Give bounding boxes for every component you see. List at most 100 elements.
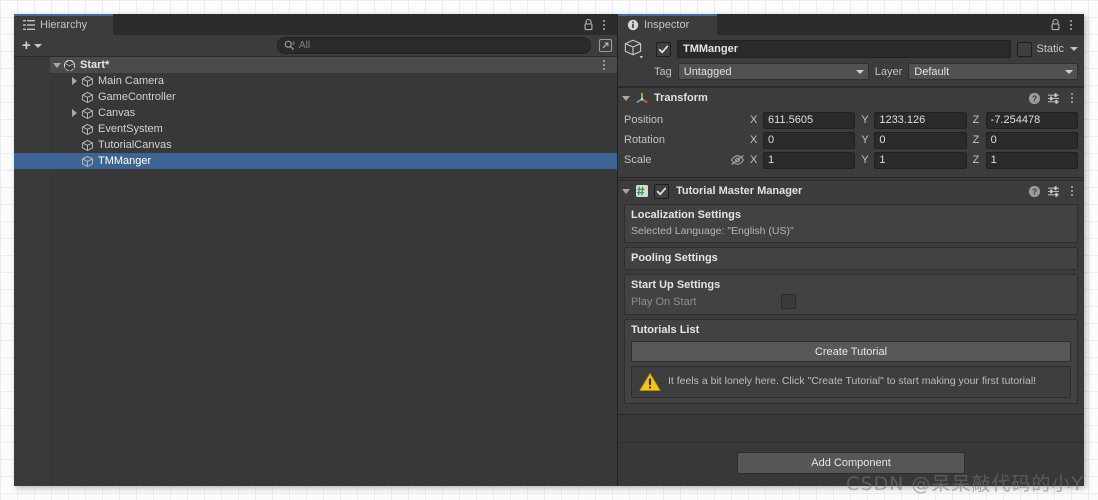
transform-header[interactable]: Transform ?: [618, 88, 1084, 108]
hierarchy-row-gamecontroller[interactable]: GameController: [50, 89, 617, 105]
collapse-arrow-icon[interactable]: [50, 59, 63, 72]
create-gameobject-button[interactable]: +: [18, 37, 46, 54]
hierarchy-row-tutorialcanvas[interactable]: TutorialCanvas: [50, 137, 617, 153]
transform-scale-x-input[interactable]: 1: [763, 151, 856, 169]
value: 611.5605: [768, 114, 814, 126]
static-toggle-group: Static: [1017, 41, 1078, 57]
tmm-header-actions: ?: [1028, 184, 1078, 198]
help-icon[interactable]: ?: [1028, 92, 1041, 105]
transform-scale-x: X1: [750, 151, 856, 169]
preset-icon[interactable]: [1047, 92, 1060, 105]
hierarchy-row-label: TutorialCanvas: [98, 139, 172, 151]
tag-dropdown[interactable]: Untagged: [677, 63, 869, 80]
transform-header-actions: ?: [1028, 91, 1078, 105]
add-component-button[interactable]: Add Component: [737, 452, 965, 474]
transform-scale-y-input[interactable]: 1: [874, 151, 967, 169]
tab-inspector-label: Inspector: [644, 18, 690, 31]
hierarchy-row-label: GameController: [98, 91, 176, 103]
gameobject-icon: [82, 155, 93, 167]
pooling-settings-title: Pooling Settings: [631, 252, 718, 264]
tmm-enabled-checkbox[interactable]: [654, 183, 669, 199]
play-on-start-label: Play On Start: [631, 295, 697, 308]
help-icon[interactable]: ?: [1028, 185, 1041, 198]
gameobject-cube-icon: [624, 39, 644, 59]
transform-scale-z: Z1: [973, 151, 1078, 169]
hierarchy-row-canvas[interactable]: Canvas: [50, 105, 617, 121]
transform-rotation-y-input[interactable]: 0: [874, 131, 967, 149]
inspector-menu-icon[interactable]: [1065, 18, 1077, 32]
gameobject-header: TMManger Static Tag Untagged Layer Defau…: [618, 35, 1084, 87]
transform-position-x-input[interactable]: 611.5605: [763, 111, 856, 129]
transform-rotation-z: Z0: [973, 131, 1078, 149]
inspector-footer: Add Component: [618, 442, 1084, 486]
lock-icon[interactable]: [583, 18, 594, 31]
transform-scale-y: Y1: [861, 151, 967, 169]
hierarchy-row-label: Start*: [80, 59, 110, 71]
gameobject-name-input[interactable]: TMManger: [677, 40, 1012, 58]
layer-dropdown[interactable]: Default: [908, 63, 1078, 80]
layer-label: Layer: [874, 65, 903, 78]
transform-rotation-x-input[interactable]: 0: [763, 131, 856, 149]
transform-position-y: Y 1233.126: [861, 111, 967, 129]
play-on-start-checkbox[interactable]: [781, 294, 796, 309]
tmm-menu-icon[interactable]: [1066, 184, 1078, 198]
hierarchy-row-start[interactable]: Start*: [50, 57, 617, 73]
hierarchy-menu-icon[interactable]: [598, 18, 610, 32]
create-tutorial-button[interactable]: Create Tutorial: [631, 341, 1071, 362]
expand-arrow-icon[interactable]: [68, 107, 81, 120]
scene-menu-icon[interactable]: [598, 58, 610, 72]
transform-rotation-z-input[interactable]: 0: [985, 131, 1078, 149]
gameobject-enabled-checkbox[interactable]: [656, 41, 671, 57]
transform-menu-icon[interactable]: [1066, 91, 1078, 105]
hierarchy-row-main-camera[interactable]: Main Camera: [50, 73, 617, 89]
hierarchy-tabstrip: Hierarchy: [14, 14, 617, 35]
tab-inspector[interactable]: Inspector: [618, 14, 717, 35]
add-component-label: Add Component: [811, 457, 891, 469]
axis-label-x: X: [750, 154, 758, 166]
gameobject-name-value: TMManger: [683, 43, 738, 55]
transform-position-y-input[interactable]: 1233.126: [874, 111, 967, 129]
hierarchy-row-tmmanger[interactable]: TMManger: [14, 153, 617, 169]
hierarchy-row-eventsystem[interactable]: EventSystem: [50, 121, 617, 137]
tmm-foldout-icon[interactable]: [622, 188, 630, 194]
transform-row-rotation: Rotation X 0 Y 0 Z 0: [624, 131, 1078, 149]
empty-list-helpbox: It feels a bit lonely here. Click "Creat…: [631, 366, 1071, 398]
transform-eye-slot: [724, 154, 750, 166]
lock-icon[interactable]: [1050, 18, 1061, 31]
hierarchy-search-field[interactable]: [277, 37, 591, 54]
gameobject-icon: [82, 75, 93, 87]
hierarchy-tree[interactable]: Start* Main Camera GameController Canvas…: [14, 57, 617, 486]
transform-position-x: X 611.5605: [750, 111, 856, 129]
tag-label: Tag: [654, 65, 672, 78]
chevron-down-icon: [33, 43, 42, 48]
startup-settings-title: Start Up Settings: [631, 279, 721, 291]
hierarchy-row-label: TMManger: [98, 155, 152, 167]
value: 1233.126: [879, 114, 926, 126]
gameobject-name-row: TMManger Static: [624, 39, 1078, 59]
hierarchy-icon: [23, 19, 35, 30]
gameobject-icon: [82, 107, 93, 119]
expand-arrow-icon[interactable]: [68, 75, 81, 88]
tab-hierarchy[interactable]: Hierarchy: [14, 14, 113, 35]
axis-label-x: X: [750, 134, 758, 146]
transform-position-z-input[interactable]: -7.254478: [985, 111, 1078, 129]
inspector-tab-actions: [1050, 14, 1084, 35]
static-checkbox[interactable]: [1017, 41, 1033, 57]
tutorials-list-title: Tutorials List: [631, 324, 700, 336]
tmm-header[interactable]: Tutorial Master Manager ?: [618, 181, 1084, 201]
search-input[interactable]: [299, 40, 584, 51]
search-icon: [284, 40, 295, 51]
gameobject-icon: [82, 139, 93, 151]
expand-window-icon[interactable]: [598, 38, 613, 53]
transform-scale-z-input[interactable]: 1: [985, 151, 1078, 169]
transform-row-label: Position: [624, 114, 664, 126]
eye-off-icon[interactable]: [730, 154, 745, 166]
info-icon: [627, 19, 639, 30]
transform-row-scale: Scale X1Y1Z1: [624, 151, 1078, 169]
transform-component: Transform ? Position X 611.5605 Y 1233.1…: [618, 87, 1084, 178]
layer-value: Default: [914, 65, 950, 78]
preset-icon[interactable]: [1047, 185, 1060, 198]
static-chevron-down-icon[interactable]: [1070, 47, 1078, 51]
transform-foldout-icon[interactable]: [622, 95, 630, 101]
